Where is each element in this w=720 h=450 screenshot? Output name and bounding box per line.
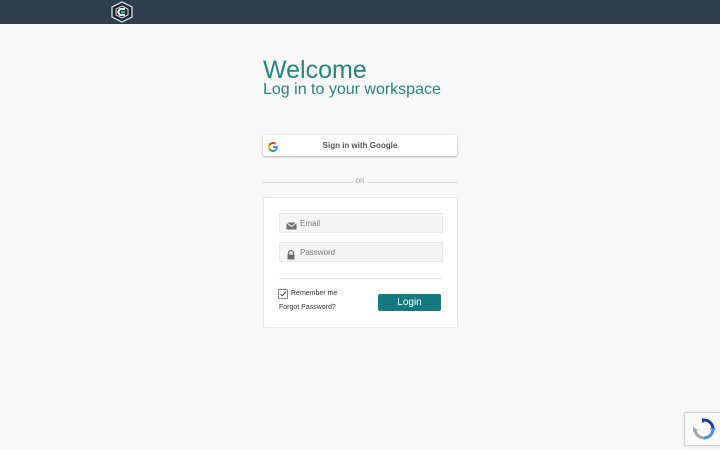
checkmark-icon [280,291,286,297]
email-input[interactable] [300,214,438,232]
google-signin-button[interactable]: Sign in with Google [263,135,457,156]
hexagon-logo-icon[interactable] [110,1,134,23]
lock-icon [286,247,296,260]
envelope-icon [286,218,297,230]
separator-line-right [367,182,457,183]
remember-me-checkbox[interactable] [278,289,288,299]
forgot-password-link[interactable]: Forgot Password? [279,303,336,313]
or-separator: OR [263,177,457,188]
top-navbar [0,0,720,24]
password-field[interactable] [279,242,443,262]
or-text: OR [355,179,365,185]
form-divider [279,278,442,279]
google-signin-label: Sign in with Google [322,141,398,150]
separator-line-left [263,182,353,183]
login-button[interactable]: Login [378,294,441,311]
login-card: Remember me Forgot Password? Login [263,197,458,328]
remember-me-label: Remember me [291,290,338,297]
email-field[interactable] [279,213,443,233]
recaptcha-badge[interactable] [684,412,720,446]
recaptcha-icon [693,418,716,440]
page-subtitle: Log in to your workspace [263,81,441,98]
password-input[interactable] [300,243,438,261]
